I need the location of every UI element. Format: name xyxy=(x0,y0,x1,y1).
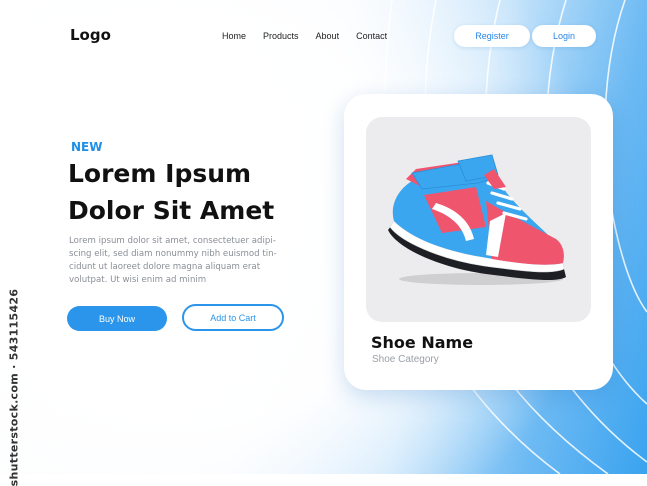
nav-products[interactable]: Products xyxy=(263,31,299,41)
main-nav: Home Products About Contact xyxy=(222,31,404,41)
logo[interactable]: Logo xyxy=(70,26,111,44)
product-category: Shoe Category xyxy=(372,354,439,365)
headline-line-1: Lorem Ipsum xyxy=(68,159,252,188)
watermark-text: shutterstock.com · 543115426 xyxy=(7,288,21,486)
product-image[interactable] xyxy=(366,117,591,322)
register-button[interactable]: Register xyxy=(454,25,530,47)
add-to-cart-button[interactable]: Add to Cart xyxy=(182,304,284,331)
hero-description: Lorem ipsum dolor sit amet, consectetuer… xyxy=(69,235,307,287)
description-line: Lorem ipsum dolor sit amet, consectetuer… xyxy=(69,236,276,246)
new-tag: NEW xyxy=(71,140,103,154)
description-line: scing elit, sed diam nonummy nibh euismo… xyxy=(69,249,277,259)
login-button[interactable]: Login xyxy=(532,25,596,47)
description-line: volutpat. Ut wisi enim ad minim xyxy=(69,275,207,285)
nav-contact[interactable]: Contact xyxy=(356,31,387,41)
product-name[interactable]: Shoe Name xyxy=(371,333,473,352)
watermark: shutterstock.com · 543115426 xyxy=(4,288,24,486)
hero-headline: Lorem Ipsum Dolor Sit Amet xyxy=(68,155,274,229)
headline-line-2: Dolor Sit Amet xyxy=(68,196,275,225)
nav-home[interactable]: Home xyxy=(222,31,246,41)
nav-about[interactable]: About xyxy=(316,31,340,41)
product-card[interactable]: Shoe Name Shoe Category xyxy=(344,94,613,390)
description-line: cidunt ut laoreet dolore magna aliquam e… xyxy=(69,262,261,272)
sneaker-image xyxy=(388,154,566,285)
buy-now-button[interactable]: Buy Now xyxy=(67,306,167,331)
